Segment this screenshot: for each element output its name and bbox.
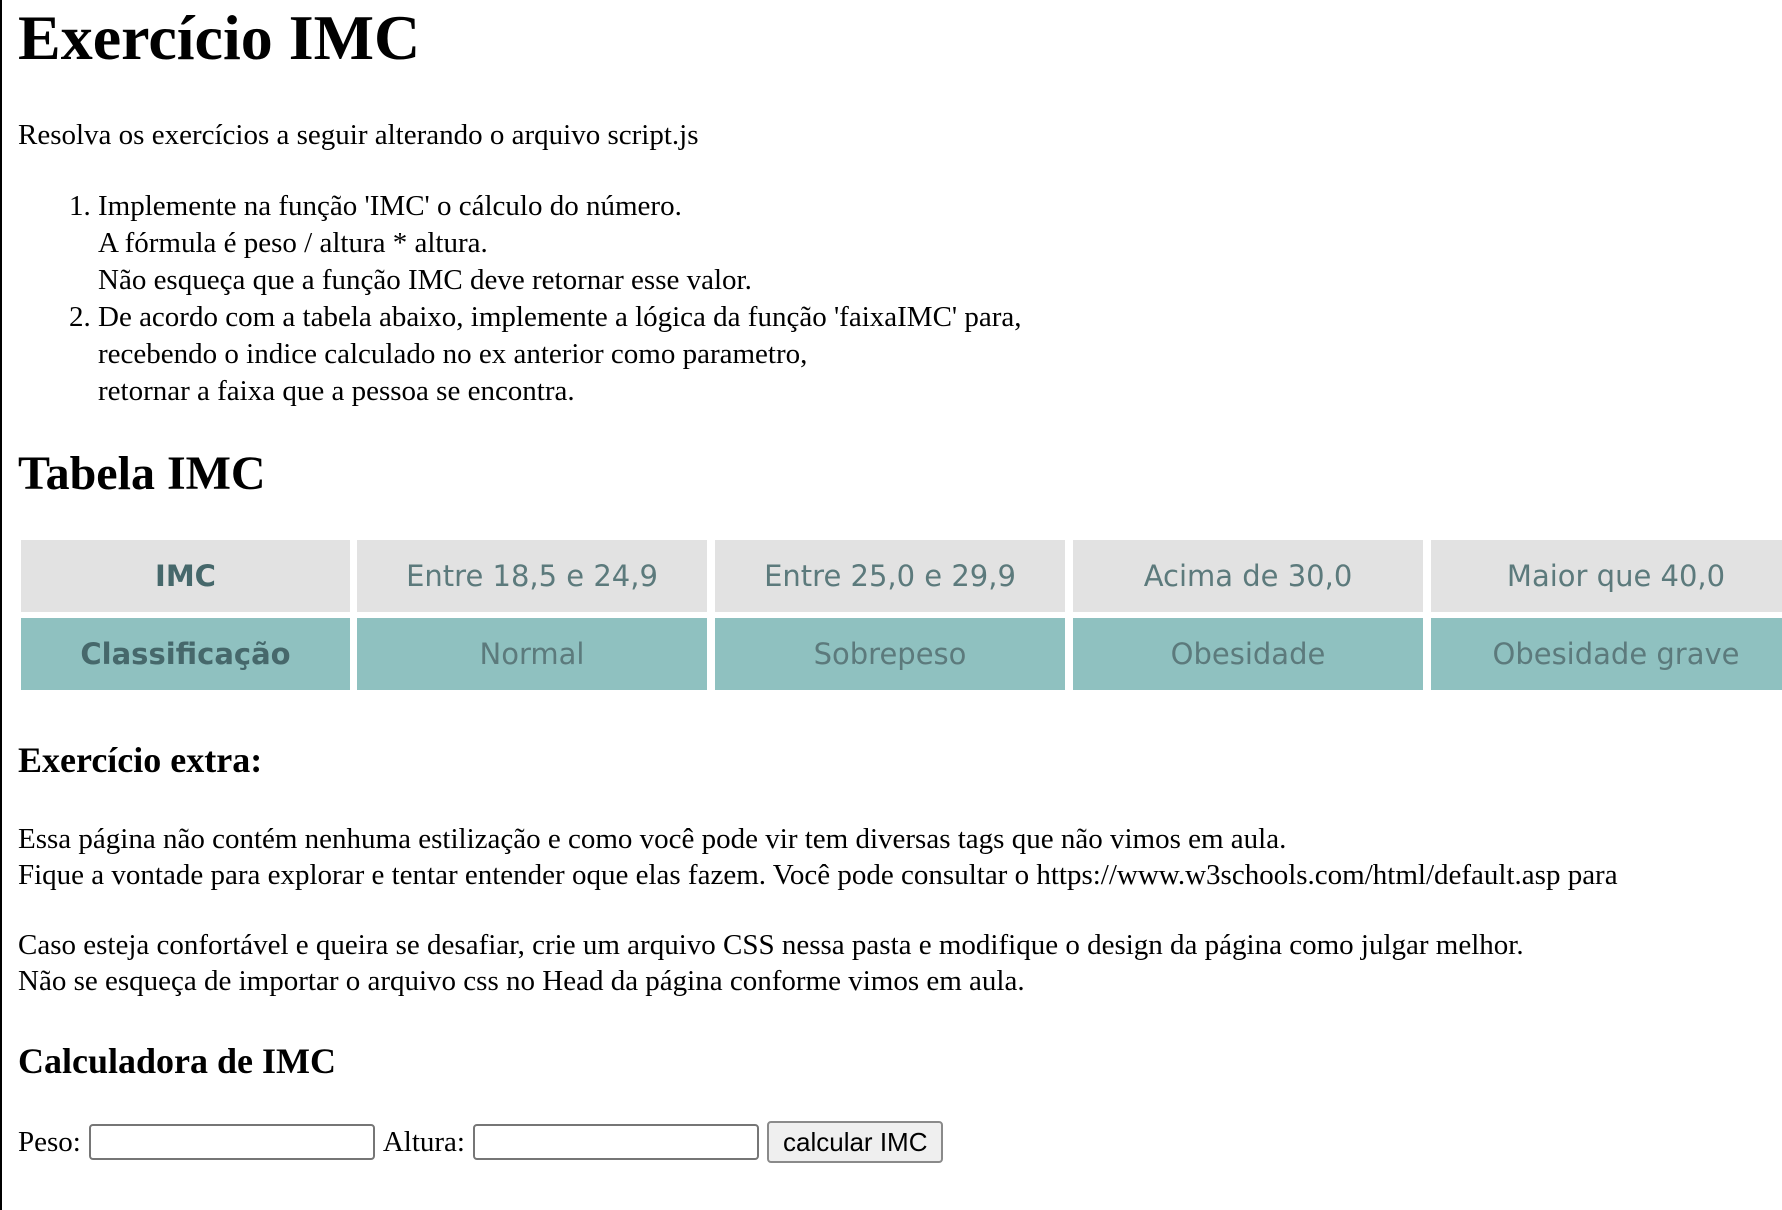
- altura-input[interactable]: [473, 1124, 759, 1160]
- calculate-imc-button[interactable]: calcular IMC: [767, 1121, 944, 1163]
- task-item-2: De acordo com a tabela abaixo, implement…: [98, 299, 1022, 410]
- task-2-line-1: De acordo com a tabela abaixo, implement…: [98, 301, 1022, 333]
- imc-table-cell: Maior que 40,0: [1431, 540, 1782, 612]
- page-left-border: [0, 0, 2, 1210]
- imc-table-header-cell: IMC: [21, 540, 350, 612]
- altura-label: Altura:: [382, 1125, 465, 1158]
- calculator-form: Peso: Altura: calcular IMC: [18, 1120, 944, 1164]
- imc-table-cell: Entre 25,0 e 29,9: [715, 540, 1065, 612]
- task-2-line-3: retornar a faixa que a pessoa se encontr…: [98, 375, 575, 407]
- peso-input[interactable]: [88, 1124, 375, 1160]
- extra-paragraph-1: Essa página não contém nenhuma estilizaç…: [18, 821, 1618, 893]
- peso-label: Peso:: [18, 1125, 81, 1158]
- imc-table-cell: Sobrepeso: [715, 618, 1065, 690]
- imc-table-header-cell: Classificação: [21, 618, 350, 690]
- page-title: Exercício IMC: [18, 2, 421, 73]
- imc-table-cell: Obesidade: [1073, 618, 1423, 690]
- task-2-line-2: recebendo o indice calculado no ex anter…: [98, 338, 808, 370]
- task-1-line-3: Não esqueça que a função IMC deve retorn…: [98, 264, 752, 296]
- imc-table-row-classification: Classificação Normal Sobrepeso Obesidade…: [18, 618, 1782, 690]
- extra-paragraph-2-line-1: Caso esteja confortável e queira se desa…: [18, 929, 1524, 961]
- task-1-line-1: Implemente na função 'IMC' o cálculo do …: [98, 190, 682, 222]
- task-list: Implemente na função 'IMC' o cálculo do …: [18, 188, 1022, 410]
- task-item-1: Implemente na função 'IMC' o cálculo do …: [98, 188, 1022, 299]
- imc-table-row-range: IMC Entre 18,5 e 24,9 Entre 25,0 e 29,9 …: [18, 540, 1782, 612]
- imc-table-cell: Normal: [357, 618, 707, 690]
- tabela-title: Tabela IMC: [18, 447, 266, 500]
- imc-table-image: IMC Entre 18,5 e 24,9 Entre 25,0 e 29,9 …: [18, 538, 1782, 694]
- imc-table-cell: Entre 18,5 e 24,9: [357, 540, 707, 612]
- extra-paragraph-2-line-2: Não se esqueça de importar o arquivo css…: [18, 965, 1025, 997]
- calculator-title: Calculadora de IMC: [18, 1041, 336, 1081]
- imc-table-cell: Obesidade grave: [1431, 618, 1782, 690]
- extra-exercise-title: Exercício extra:: [18, 740, 263, 780]
- extra-paragraph-1-line-2: Fique a vontade para explorar e tentar e…: [18, 859, 1618, 891]
- intro-text: Resolva os exercícios a seguir alterando…: [18, 119, 699, 151]
- imc-table-cell: Acima de 30,0: [1073, 540, 1423, 612]
- extra-paragraph-2: Caso esteja confortável e queira se desa…: [18, 927, 1524, 999]
- task-1-line-2: A fórmula é peso / altura * altura.: [98, 227, 488, 259]
- extra-paragraph-1-line-1: Essa página não contém nenhuma estilizaç…: [18, 823, 1287, 855]
